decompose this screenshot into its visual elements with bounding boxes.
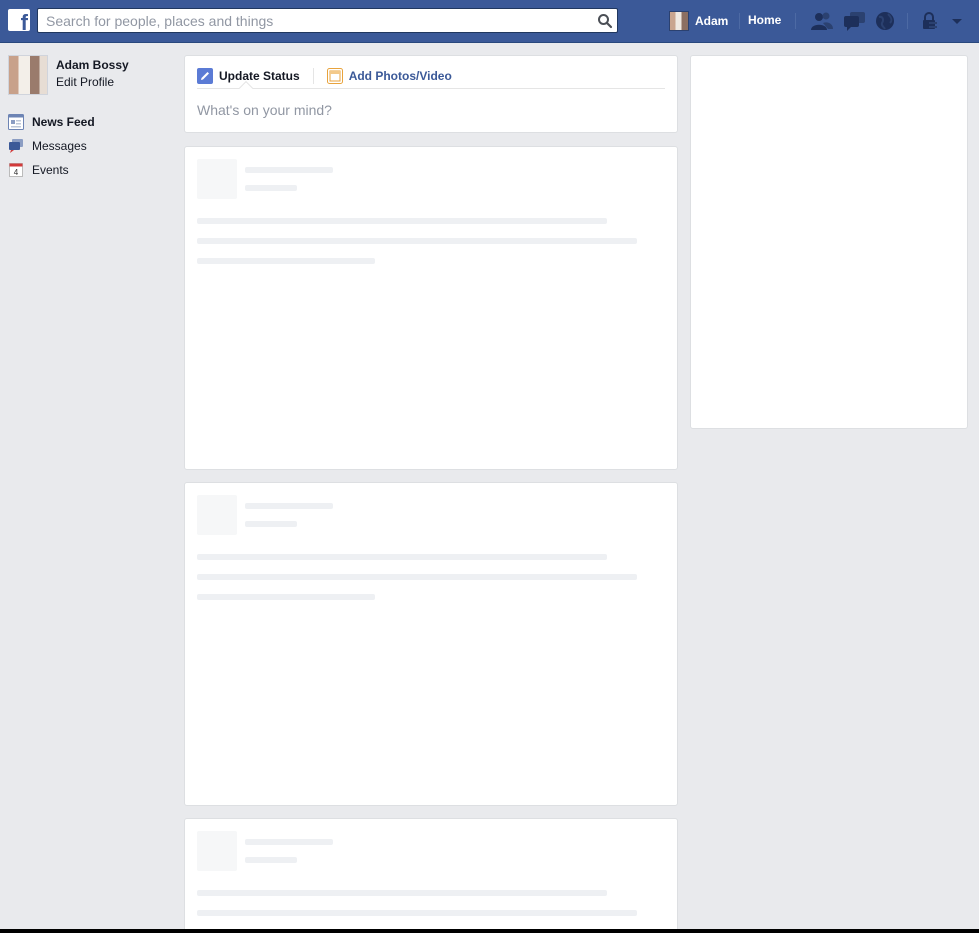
nav-divider xyxy=(907,13,908,29)
placeholder-name xyxy=(245,839,333,845)
placeholder-timestamp xyxy=(245,857,297,863)
calendar-day-number: 4 xyxy=(14,168,19,177)
right-sidebar-panel xyxy=(690,55,968,429)
loading-story xyxy=(184,818,678,933)
placeholder-name xyxy=(245,167,333,173)
top-navigation-bar: f Adam Home xyxy=(0,0,979,43)
sidebar-item-events[interactable]: 4 Events xyxy=(8,158,95,182)
privacy-icon[interactable] xyxy=(920,11,942,31)
placeholder-line xyxy=(197,258,375,264)
update-status-tab[interactable]: Update Status xyxy=(197,68,300,84)
placeholder-timestamp xyxy=(245,521,297,527)
user-name: Adam xyxy=(695,14,729,28)
loading-story xyxy=(184,146,678,470)
nav-divider xyxy=(795,13,796,29)
nav-divider xyxy=(739,13,740,29)
placeholder-name xyxy=(245,503,333,509)
sidebar-item-label: News Feed xyxy=(32,115,95,129)
messages-icon[interactable] xyxy=(843,11,865,31)
edit-profile-link[interactable]: Edit Profile xyxy=(56,75,114,89)
update-status-label: Update Status xyxy=(219,69,300,83)
placeholder-avatar xyxy=(197,831,237,871)
add-photos-label: Add Photos/Video xyxy=(348,69,452,83)
sidebar-item-news-feed[interactable]: News Feed xyxy=(8,110,95,134)
placeholder-line xyxy=(197,554,607,560)
account-menu-icon[interactable] xyxy=(950,11,964,31)
facebook-logo-letter: f xyxy=(20,10,28,35)
notifications-icon[interactable] xyxy=(875,11,897,31)
search-box xyxy=(37,8,618,33)
status-composer: Update Status Add Photos/Video What's on… xyxy=(184,55,678,133)
status-input[interactable]: What's on your mind? xyxy=(197,102,332,118)
placeholder-line xyxy=(197,574,637,580)
placeholder-line xyxy=(197,910,637,916)
profile-link[interactable]: Adam xyxy=(669,11,728,31)
news-feed-icon xyxy=(8,114,24,130)
sidebar-item-label: Messages xyxy=(32,139,87,153)
pencil-icon xyxy=(197,68,213,84)
placeholder-line xyxy=(197,218,607,224)
messages-icon xyxy=(8,138,24,154)
loading-story xyxy=(184,482,678,806)
composer-divider xyxy=(197,88,665,89)
home-link[interactable]: Home xyxy=(748,13,781,27)
add-photos-tab[interactable]: Add Photos/Video xyxy=(326,68,452,84)
search-icon[interactable] xyxy=(597,13,613,29)
profile-name[interactable]: Adam Bossy xyxy=(56,58,129,72)
placeholder-line xyxy=(197,238,637,244)
placeholder-avatar xyxy=(197,495,237,535)
facebook-logo[interactable]: f xyxy=(8,9,30,35)
tab-divider xyxy=(312,68,314,84)
photo-icon xyxy=(326,68,343,84)
composer-tabs: Update Status Add Photos/Video xyxy=(197,64,452,88)
friend-requests-icon[interactable] xyxy=(810,11,833,31)
sidebar-item-label: Events xyxy=(32,163,69,177)
window-bottom-edge xyxy=(0,929,979,933)
left-sidebar: Adam Bossy Edit Profile News Feed Messag… xyxy=(8,55,178,177)
sidebar-nav: News Feed Messages 4 Events xyxy=(8,110,95,182)
user-avatar xyxy=(669,11,689,31)
profile-picture[interactable] xyxy=(8,55,48,95)
sidebar-profile: Adam Bossy Edit Profile xyxy=(8,55,178,95)
search-input[interactable] xyxy=(38,9,593,32)
placeholder-timestamp xyxy=(245,185,297,191)
placeholder-line xyxy=(197,890,607,896)
placeholder-line xyxy=(197,594,375,600)
sidebar-item-messages[interactable]: Messages xyxy=(8,134,95,158)
calendar-icon: 4 xyxy=(8,162,24,178)
placeholder-avatar xyxy=(197,159,237,199)
